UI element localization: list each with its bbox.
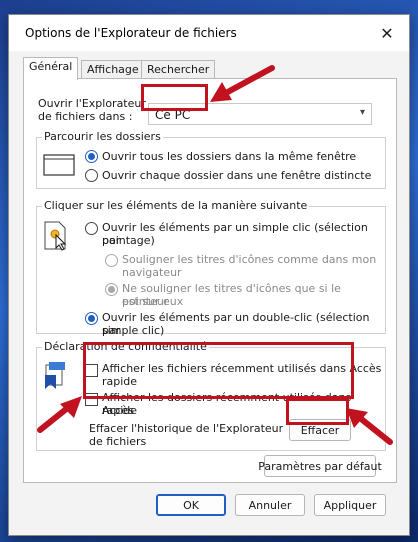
pointer-click-icon — [44, 221, 67, 251]
recent-files-label-line1: Afficher les fichiers récemment utilisés… — [102, 362, 382, 375]
radio-double-click[interactable] — [85, 312, 98, 325]
cancel-button[interactable]: Annuler — [235, 494, 305, 516]
chevron-down-icon: ▾ — [359, 107, 365, 118]
radio-separate-window[interactable] — [85, 169, 98, 182]
underline-hover-label-line2: est sur eux — [122, 295, 184, 308]
apply-button[interactable]: Appliquer — [314, 494, 386, 516]
recent-files-label-line2: rapide — [102, 375, 138, 388]
tab-affichage[interactable]: Affichage — [81, 60, 145, 78]
underline-always-label-line2: navigateur — [122, 266, 182, 279]
checkbox-recent-files[interactable] — [85, 364, 98, 377]
privacy-group: Déclaration de confidentialité Afficher … — [36, 340, 386, 451]
open-in-label-line2: de fichiers dans : — [38, 110, 133, 123]
restore-defaults-button[interactable]: Paramètres par défaut — [258, 455, 382, 477]
radio-same-window[interactable] — [85, 150, 98, 163]
click-behavior-title: Cliquer sur les éléments de la manière s… — [42, 199, 310, 212]
clear-history-label-line2: de fichiers — [89, 435, 147, 448]
same-window-label: Ouvrir tous les dossiers dans la même fe… — [102, 150, 357, 163]
options-dialog: Options de l'Explorateur de fichiers ✕ G… — [8, 14, 410, 536]
checkbox-recent-folders[interactable] — [85, 393, 98, 406]
recent-folders-label-line1: Afficher les dossiers récemment utilisés… — [102, 391, 352, 417]
recent-folders-label-line2: rapide — [102, 404, 138, 417]
radio-underline-always[interactable] — [105, 254, 118, 267]
title-bar: Options de l'Explorateur de fichiers ✕ — [9, 15, 409, 51]
general-panel: Ouvrir l'Explorateur de fichiers dans : … — [23, 78, 397, 483]
double-click-label-line2: simple clic) — [102, 324, 165, 337]
window-title: Options de l'Explorateur de fichiers — [25, 26, 237, 40]
browse-folders-title: Parcourir les dossiers — [42, 130, 163, 143]
single-click-label-line2: pointage) — [102, 234, 155, 247]
privacy-title: Déclaration de confidentialité — [42, 340, 209, 353]
tab-rechercher[interactable]: Rechercher — [141, 60, 216, 78]
tab-general[interactable]: Général — [23, 57, 79, 80]
close-icon: ✕ — [380, 23, 394, 43]
radio-single-click[interactable] — [85, 222, 98, 235]
open-in-value: Ce PC — [155, 108, 191, 122]
click-behavior-group: Cliquer sur les éléments de la manière s… — [36, 199, 386, 337]
radio-underline-hover[interactable] — [105, 283, 118, 296]
clear-button[interactable]: Effacer — [289, 419, 351, 441]
open-in-dropdown[interactable]: Ce PC ▾ — [148, 103, 372, 125]
close-button[interactable]: ✕ — [365, 15, 409, 51]
folder-window-icon — [43, 154, 75, 176]
privacy-icon — [45, 362, 65, 389]
separate-window-label: Ouvrir chaque dossier dans une fenêtre d… — [102, 169, 372, 182]
underline-always-label-line1: Souligner les titres d'icônes comme dans… — [122, 253, 377, 266]
clear-history-label-line1: Effacer l'historique de l'Explorateur — [89, 422, 284, 435]
open-in-label-line1: Ouvrir l'Explorateur — [38, 97, 146, 110]
ok-button[interactable]: OK — [156, 494, 226, 516]
browse-folders-group: Parcourir les dossiers Ouvrir tous les d… — [36, 130, 386, 189]
